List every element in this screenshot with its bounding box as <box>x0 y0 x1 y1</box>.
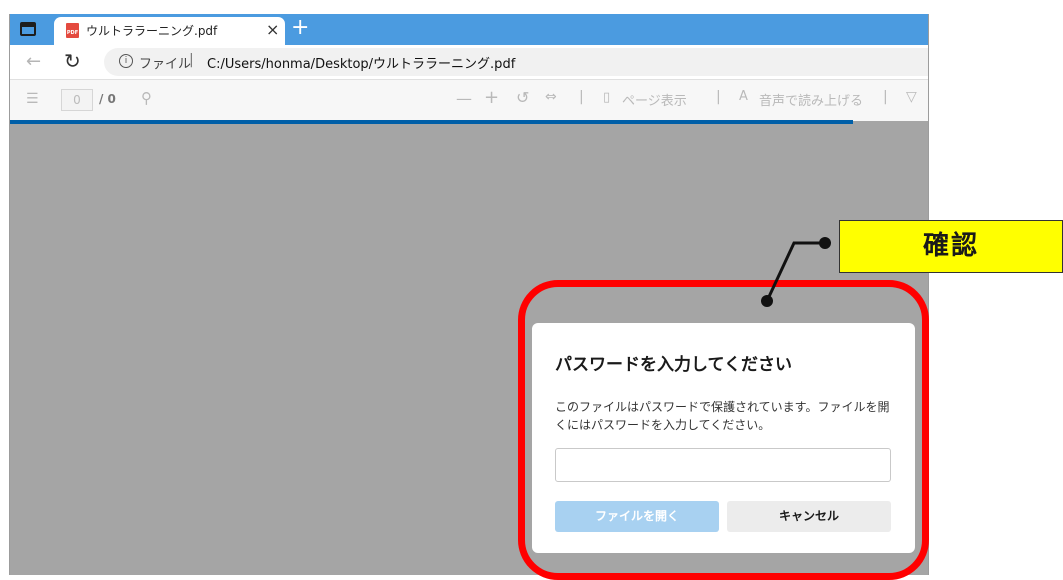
callout-label: 確認 <box>839 220 1063 273</box>
callout-connector <box>761 237 831 307</box>
